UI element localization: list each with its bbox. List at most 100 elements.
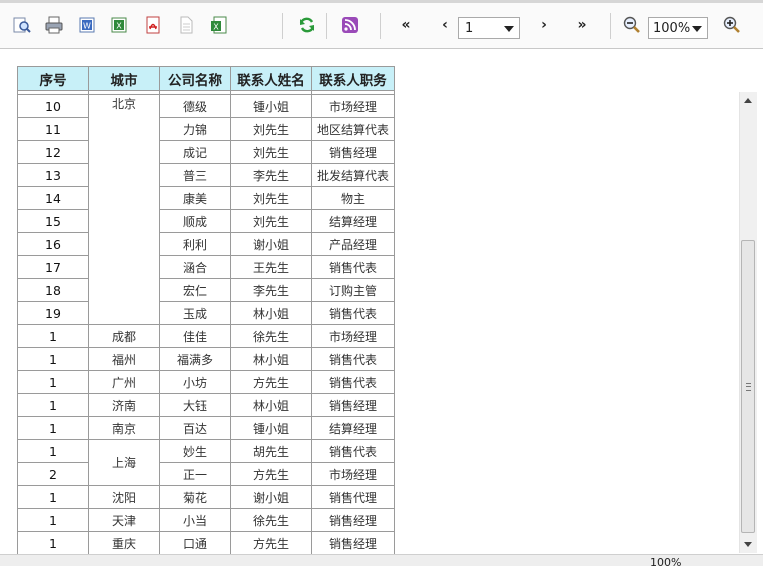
row-number: 15	[17, 209, 89, 233]
report-toolbar: W X X « ‹ 1 › » 100%	[0, 3, 763, 49]
contact-cell: 徐先生	[230, 324, 312, 348]
row-number: 2	[17, 462, 89, 486]
scrollbar-thumb[interactable]	[741, 240, 755, 533]
company-cell: 菊花	[159, 485, 231, 509]
status-bar: 100%	[0, 554, 763, 569]
header-cell: 联系人职务	[311, 66, 395, 91]
export-word-icon[interactable]: W	[77, 15, 97, 35]
refresh-icon[interactable]	[297, 15, 317, 35]
table-row: 1 上海 妙生 胡先生 销售代表	[17, 439, 395, 486]
contact-cell: 谢小姐	[230, 485, 312, 509]
company-cell: 正一	[159, 462, 231, 486]
title-cell: 销售经理	[311, 508, 395, 532]
company-cell: 力锦	[159, 117, 231, 141]
title-cell: 批发结算代表	[311, 163, 395, 187]
vertical-scrollbar[interactable]	[739, 92, 757, 553]
svg-text:X: X	[116, 22, 122, 31]
row-number: 1	[17, 393, 89, 417]
table-row: 2 正一 方先生 市场经理	[17, 462, 395, 486]
company-cell: 百达	[159, 416, 231, 440]
title-cell: 销售经理	[311, 531, 395, 555]
title-cell: 产品经理	[311, 232, 395, 256]
city-cell: 成都	[88, 324, 160, 348]
last-page-button[interactable]: »	[572, 15, 592, 35]
export-csv-icon[interactable]: X	[209, 15, 229, 35]
header-cell: 联系人姓名	[230, 66, 312, 91]
city-cell: 沈阳	[88, 485, 160, 509]
row-number: 12	[17, 140, 89, 164]
contact-cell: 徐先生	[230, 508, 312, 532]
row-number: 1	[17, 324, 89, 348]
company-cell: 口通	[159, 531, 231, 555]
title-cell: 结算经理	[311, 209, 395, 233]
table-row: 1 沈阳 菊花 谢小姐 销售代理	[17, 485, 395, 509]
company-cell: 成记	[159, 140, 231, 164]
row-number: 19	[17, 301, 89, 325]
export-text-icon[interactable]	[176, 15, 196, 35]
title-cell: 销售经理	[311, 140, 395, 164]
row-number: 10	[17, 94, 89, 118]
table-row: 1 天津 小当 徐先生 销售经理	[17, 508, 395, 532]
table-row: 1 福州 福满多 林小姐 销售代表	[17, 347, 395, 371]
contact-cell: 锺小姐	[230, 94, 312, 118]
header-cell: 公司名称	[159, 66, 231, 91]
page-number-select[interactable]: 1	[458, 17, 520, 39]
contact-cell: 林小姐	[230, 301, 312, 325]
company-cell: 顺成	[159, 209, 231, 233]
toolbar-separator	[610, 13, 611, 39]
row-number: 17	[17, 255, 89, 279]
grip-icon	[746, 383, 751, 391]
title-cell: 订购主管	[311, 278, 395, 302]
contact-cell: 胡先生	[230, 439, 312, 463]
print-icon[interactable]	[44, 15, 64, 35]
title-cell: 销售代表	[311, 439, 395, 463]
company-cell: 小坊	[159, 370, 231, 394]
title-cell: 市场经理	[311, 324, 395, 348]
title-cell: 地区结算代表	[311, 117, 395, 141]
svg-text:X: X	[213, 23, 219, 32]
toolbar-separator	[326, 13, 327, 39]
row-number: 1	[17, 439, 89, 463]
contact-cell: 谢小姐	[230, 232, 312, 256]
export-pdf-icon[interactable]	[143, 15, 163, 35]
contact-cell: 方先生	[230, 370, 312, 394]
row-number: 11	[17, 117, 89, 141]
previous-page-button[interactable]: ‹	[435, 15, 455, 35]
chevron-down-icon	[504, 26, 514, 32]
svg-text:W: W	[83, 22, 91, 31]
row-number: 14	[17, 186, 89, 210]
export-excel-icon[interactable]: X	[109, 15, 129, 35]
row-number: 16	[17, 232, 89, 256]
title-cell: 市场经理	[311, 94, 395, 118]
title-cell: 市场经理	[311, 462, 395, 486]
company-cell: 佳佳	[159, 324, 231, 348]
company-cell: 宏仁	[159, 278, 231, 302]
contact-cell: 刘先生	[230, 209, 312, 233]
rss-icon[interactable]	[340, 15, 360, 35]
table-row: 15 顺成 刘先生 结算经理	[17, 209, 395, 233]
city-cell: 福州	[88, 347, 160, 371]
table-row: 19 玉成 林小姐 销售代表	[17, 301, 395, 325]
scroll-down-icon[interactable]	[744, 542, 752, 547]
table-row: 1 重庆 口通 方先生 销售经理	[17, 531, 395, 555]
company-cell: 大钰	[159, 393, 231, 417]
zoom-in-icon[interactable]	[722, 15, 742, 35]
scroll-up-icon[interactable]	[744, 98, 752, 103]
zoom-value: 100%	[653, 21, 691, 36]
title-cell: 物主	[311, 186, 395, 210]
find-icon[interactable]	[12, 15, 32, 35]
next-page-button[interactable]: ›	[534, 15, 554, 35]
first-page-button[interactable]: «	[396, 15, 416, 35]
company-cell: 玉成	[159, 301, 231, 325]
zoom-select[interactable]: 100%	[648, 17, 708, 39]
zoom-out-icon[interactable]	[622, 15, 642, 35]
table-row: 1 南京 百达 锺小姐 结算经理	[17, 416, 395, 440]
table-row: 18 宏仁 李先生 订购主管	[17, 278, 395, 302]
report-table: 序号 城市 公司名称 联系人姓名 联系人职务 10 北京 德级 锺小姐 市场经理…	[17, 66, 395, 555]
company-cell: 利利	[159, 232, 231, 256]
title-cell: 销售代表	[311, 347, 395, 371]
table-row: 1 广州 小坊 方先生 销售代表	[17, 370, 395, 394]
title-cell: 销售经理	[311, 393, 395, 417]
table-row: 16 利利 谢小姐 产品经理	[17, 232, 395, 256]
company-cell: 普三	[159, 163, 231, 187]
